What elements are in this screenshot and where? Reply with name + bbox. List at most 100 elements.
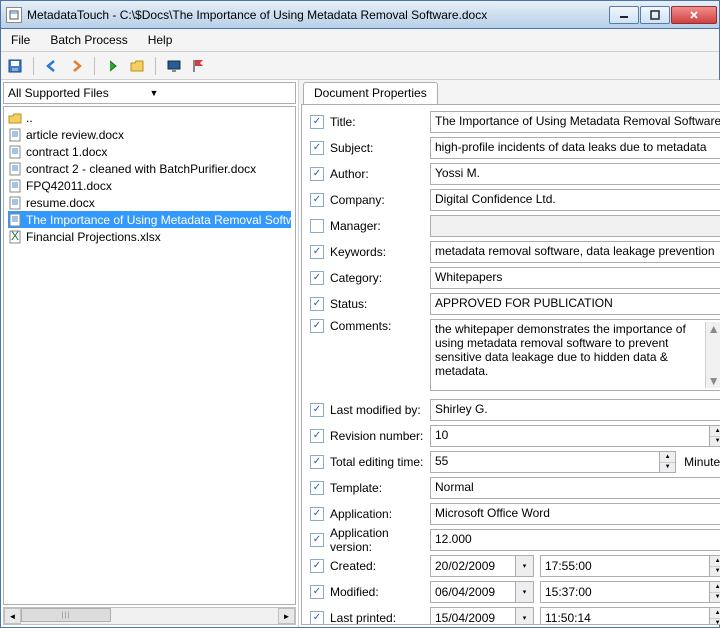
file-filter-dropdown[interactable]: All Supported Files ▼ bbox=[3, 82, 296, 104]
editing-input[interactable]: 55 bbox=[430, 451, 660, 473]
modified-time-input[interactable]: 15:37:00 bbox=[540, 581, 710, 603]
checkbox[interactable] bbox=[310, 245, 324, 259]
titlebar[interactable]: MetadataTouch - C:\$Docs\The Importance … bbox=[1, 1, 719, 29]
save-icon[interactable] bbox=[7, 58, 23, 74]
app-icon bbox=[6, 7, 22, 23]
scroll-left-button[interactable]: ◄ bbox=[4, 608, 21, 624]
comments-textarea[interactable]: the whitepaper demonstrates the importan… bbox=[430, 319, 720, 391]
keywords-input[interactable]: metadata removal software, data leakage … bbox=[430, 241, 720, 263]
status-input[interactable]: APPROVED FOR PUBLICATION bbox=[430, 293, 720, 315]
revision-input[interactable]: 10 bbox=[430, 425, 710, 447]
checkbox[interactable] bbox=[310, 219, 324, 233]
minimize-button[interactable] bbox=[609, 6, 639, 24]
date-picker-button[interactable]: ▾ bbox=[516, 607, 534, 625]
file-item[interactable]: contract 1.docx bbox=[8, 143, 291, 160]
category-input[interactable]: Whitepapers bbox=[430, 267, 720, 289]
file-name: Financial Projections.xlsx bbox=[26, 230, 161, 244]
spinner[interactable]: ▲▼ bbox=[710, 607, 720, 625]
toolbar bbox=[1, 52, 719, 80]
field-label-lastmod: Last modified by: bbox=[330, 403, 430, 417]
checkbox[interactable] bbox=[310, 429, 324, 443]
template-input[interactable]: Normal bbox=[430, 477, 720, 499]
subject-input[interactable]: high-profile incidents of data leaks due… bbox=[430, 137, 720, 159]
checkbox[interactable] bbox=[310, 115, 324, 129]
checkbox[interactable] bbox=[310, 167, 324, 181]
lastmod-input[interactable]: Shirley G. bbox=[430, 399, 720, 421]
created-time-input[interactable]: 17:55:00 bbox=[540, 555, 710, 577]
menu-file[interactable]: File bbox=[11, 33, 30, 47]
checkbox[interactable] bbox=[310, 297, 324, 311]
file-item[interactable]: .. bbox=[8, 109, 291, 126]
docx-file-icon bbox=[8, 128, 22, 142]
back-icon[interactable] bbox=[44, 58, 60, 74]
close-button[interactable] bbox=[671, 6, 717, 24]
folder-open-icon[interactable] bbox=[129, 58, 145, 74]
monitor-icon[interactable] bbox=[166, 58, 182, 74]
file-item[interactable]: FPQ42011.docx bbox=[8, 177, 291, 194]
field-label-revision: Revision number: bbox=[330, 429, 430, 443]
textarea-scrollbar[interactable]: ▲▼ bbox=[705, 322, 720, 388]
spinner[interactable]: ▲▼ bbox=[710, 581, 720, 603]
flag-icon[interactable] bbox=[190, 58, 206, 74]
checkbox[interactable] bbox=[310, 271, 324, 285]
checkbox[interactable] bbox=[310, 481, 324, 495]
menu-help[interactable]: Help bbox=[148, 33, 173, 47]
created-date-input[interactable]: 20/02/2009 bbox=[430, 555, 516, 577]
checkbox[interactable] bbox=[310, 193, 324, 207]
checkbox[interactable] bbox=[310, 141, 324, 155]
scroll-right-button[interactable]: ► bbox=[278, 608, 295, 624]
menubar: File Batch Process Help bbox=[1, 29, 719, 52]
application-input[interactable]: Microsoft Office Word bbox=[430, 503, 720, 525]
manager-input[interactable] bbox=[430, 215, 720, 237]
file-item[interactable]: article review.docx bbox=[8, 126, 291, 143]
checkbox[interactable] bbox=[310, 559, 324, 573]
docx-file-icon bbox=[8, 196, 22, 210]
window-title: MetadataTouch - C:\$Docs\The Importance … bbox=[27, 8, 608, 22]
checkbox[interactable] bbox=[310, 533, 324, 547]
file-item[interactable]: X Financial Projections.xlsx bbox=[8, 228, 291, 245]
file-name: FPQ42011.docx bbox=[26, 179, 112, 193]
checkbox[interactable] bbox=[310, 611, 324, 625]
file-list[interactable]: ..article review.docxcontract 1.docxcont… bbox=[3, 106, 296, 605]
editing-unit: Minutes bbox=[684, 455, 720, 469]
file-name: .. bbox=[26, 111, 33, 125]
tab-document-properties[interactable]: Document Properties bbox=[303, 82, 438, 104]
checkbox[interactable] bbox=[310, 585, 324, 599]
file-item[interactable]: resume.docx bbox=[8, 194, 291, 211]
docx-file-icon bbox=[8, 179, 22, 193]
horizontal-scrollbar[interactable]: ◄ ||| ► bbox=[3, 607, 296, 625]
separator bbox=[155, 57, 156, 75]
checkbox[interactable] bbox=[310, 507, 324, 521]
spinner[interactable]: ▲▼ bbox=[660, 451, 676, 473]
title-input[interactable]: The Importance of Using Metadata Removal… bbox=[430, 111, 720, 133]
file-item[interactable]: contract 2 - cleaned with BatchPurifier.… bbox=[8, 160, 291, 177]
author-input[interactable]: Yossi M. bbox=[430, 163, 720, 185]
date-picker-button[interactable]: ▾ bbox=[516, 555, 534, 577]
checkbox[interactable] bbox=[310, 319, 324, 333]
field-label-subject: Subject: bbox=[330, 141, 430, 155]
appversion-input[interactable]: 12.000 bbox=[430, 529, 720, 551]
scroll-thumb[interactable]: ||| bbox=[21, 608, 111, 622]
spinner[interactable]: ▲▼ bbox=[710, 425, 720, 447]
svg-text:X: X bbox=[11, 230, 19, 243]
spinner[interactable]: ▲▼ bbox=[710, 555, 720, 577]
field-label-comments: Comments: bbox=[330, 319, 430, 333]
file-item[interactable]: The Importance of Using Metadata Removal… bbox=[8, 211, 291, 228]
modified-date-input[interactable]: 06/04/2009 bbox=[430, 581, 516, 603]
checkbox[interactable] bbox=[310, 403, 324, 417]
printed-date-input[interactable]: 15/04/2009 bbox=[430, 607, 516, 625]
date-picker-button[interactable]: ▾ bbox=[516, 581, 534, 603]
maximize-button[interactable] bbox=[640, 6, 670, 24]
forward-icon[interactable] bbox=[68, 58, 84, 74]
docx-file-icon bbox=[8, 162, 22, 176]
menu-batch[interactable]: Batch Process bbox=[50, 33, 127, 47]
nav-forward-icon[interactable] bbox=[105, 58, 121, 74]
file-name: resume.docx bbox=[26, 196, 95, 210]
separator bbox=[33, 57, 34, 75]
field-label-printed: Last printed: bbox=[330, 611, 430, 625]
field-label-title: Title: bbox=[330, 115, 430, 129]
app-window: MetadataTouch - C:\$Docs\The Importance … bbox=[0, 0, 720, 628]
company-input[interactable]: Digital Confidence Ltd. bbox=[430, 189, 720, 211]
printed-time-input[interactable]: 11:50:14 bbox=[540, 607, 710, 625]
checkbox[interactable] bbox=[310, 455, 324, 469]
